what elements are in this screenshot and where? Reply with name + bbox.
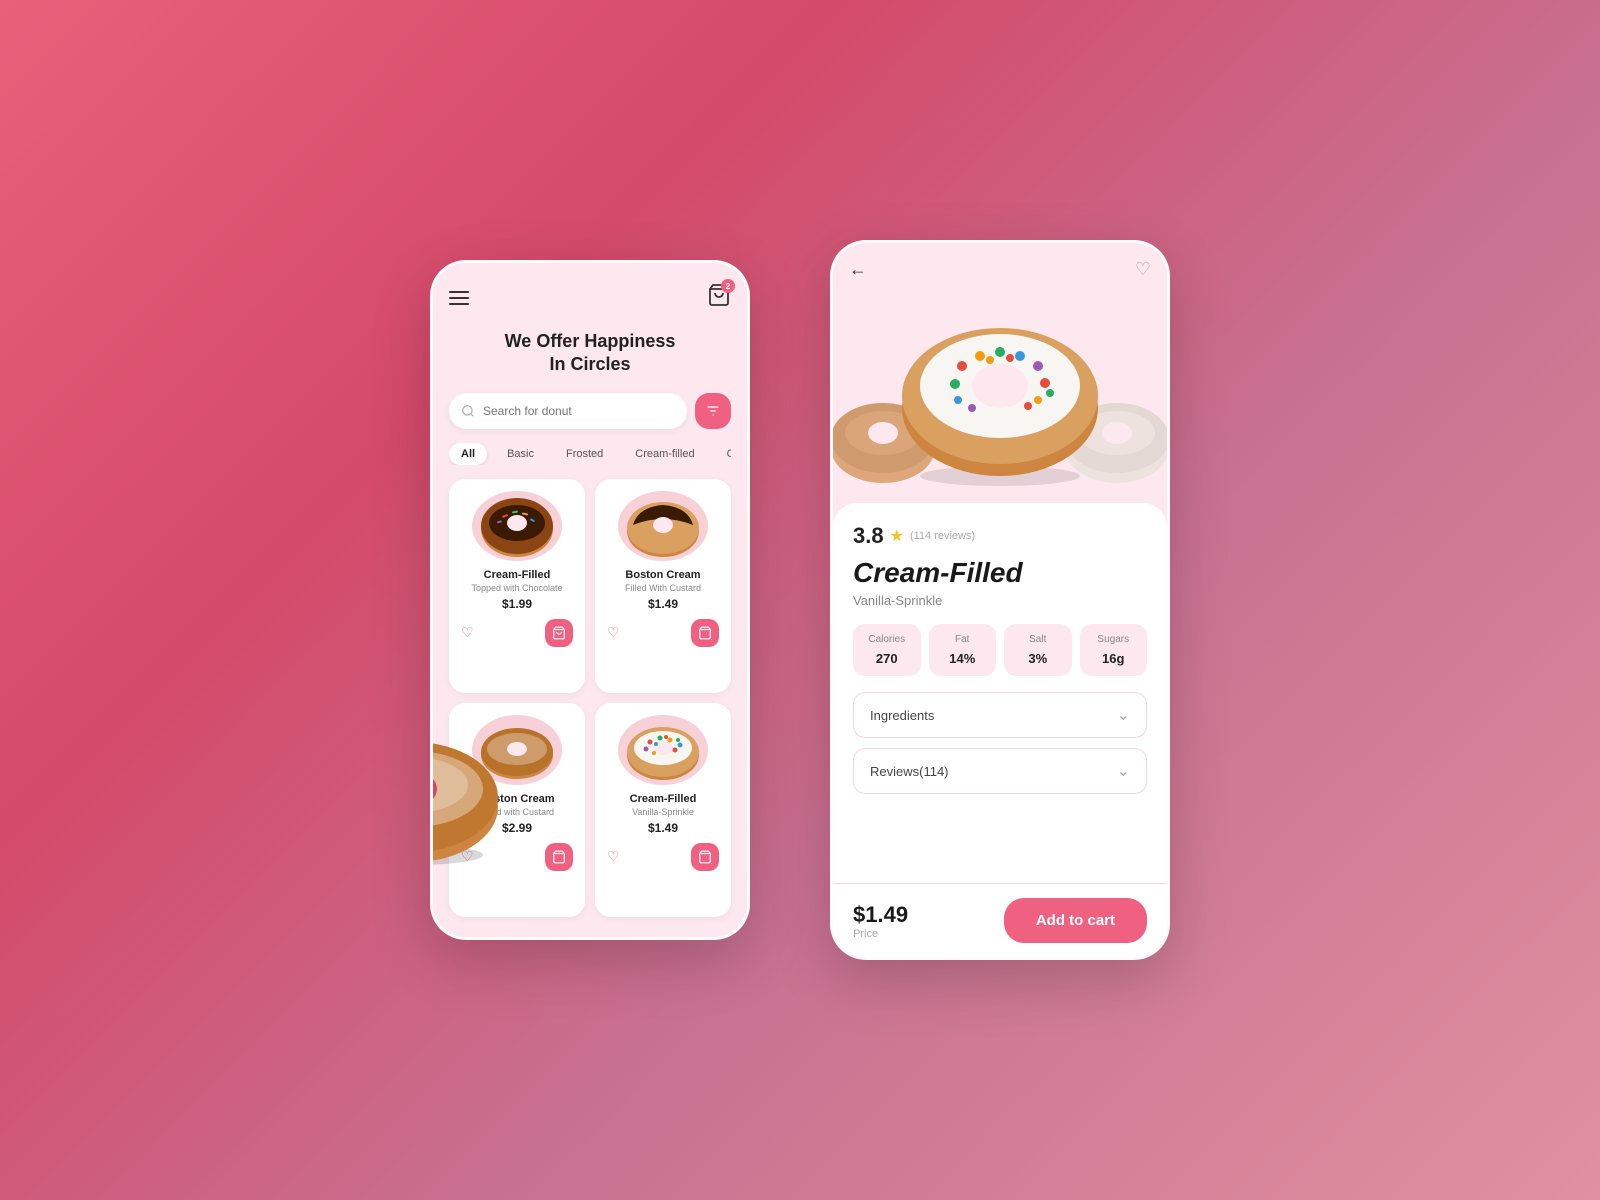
cart-button[interactable]: 2 [707,283,731,312]
product-image-1 [472,491,562,561]
tab-cream-filled[interactable]: Cream-filled [623,443,706,465]
left-phone: 2 We Offer HappinessIn Circles [430,260,750,940]
right-phone: ← ♡ [830,240,1170,960]
detail-image-area: ← ♡ [833,243,1167,503]
rating-number: 3.8 [853,523,884,549]
heart-button-2[interactable]: ♡ [607,624,620,641]
card-actions-4: ♡ [607,843,719,871]
product-image-4 [618,715,708,785]
nutrition-label-fat: Fat [937,634,989,645]
product-card-4[interactable]: Cream-Filled Vanilla-Sprinkle $1.49 ♡ [595,703,731,917]
cart-badge: 2 [721,279,735,293]
accordion-reviews[interactable]: Reviews(114) ⌄ [853,748,1147,794]
star-icon: ★ [890,526,904,546]
detail-bottom-bar: $1.49 Price Add to cart [833,883,1167,957]
add-to-cart-button[interactable]: Add to cart [1004,898,1147,943]
product-name-1: Cream-Filled [484,569,551,581]
nutrition-value-sugars: 16g [1088,651,1140,666]
tab-all[interactable]: All [449,443,487,465]
nutrition-calories: Calories 270 [853,624,921,676]
floating-donut [430,707,513,857]
headline: We Offer HappinessIn Circles [449,330,731,377]
product-image-2 [618,491,708,561]
nutrition-label-sugars: Sugars [1088,634,1140,645]
search-icon [461,404,475,418]
nutrition-label-salt: Salt [1012,634,1064,645]
nutrition-value-salt: 3% [1012,651,1064,666]
nutrition-sugars: Sugars 16g [1080,624,1148,676]
product-sub-1: Topped with Chocolate [471,583,562,593]
product-name-2: Boston Cream [625,569,700,581]
accordion-ingredients[interactable]: Ingredients ⌄ [853,692,1147,738]
category-tabs: All Basic Frosted Cream-filled Cruller [449,443,731,465]
menu-icon[interactable] [449,291,469,305]
price-label: Price [853,928,908,940]
product-price-4: $1.49 [648,821,678,835]
chevron-down-icon: ⌄ [1117,705,1130,725]
price-block: $1.49 Price [853,902,908,940]
search-input-wrap [449,393,687,429]
tab-frosted[interactable]: Frosted [554,443,615,465]
nutrition-value-calories: 270 [861,651,913,666]
rating-row: 3.8 ★ (114 reviews) [853,523,1147,549]
search-input[interactable] [483,404,675,418]
product-price-1: $1.99 [502,597,532,611]
detail-subtitle: Vanilla-Sprinkle [853,593,1147,608]
accordion-label-ingredients: Ingredients [870,708,934,723]
detail-info: 3.8 ★ (114 reviews) Cream-Filled Vanilla… [833,503,1167,883]
nutrition-grid: Calories 270 Fat 14% Salt 3% Sugars 16g [853,624,1147,676]
add-cart-button-4[interactable] [691,843,719,871]
nutrition-salt: Salt 3% [1004,624,1072,676]
product-sub-2: Filled With Custard [625,583,701,593]
filter-button[interactable] [695,393,731,429]
card-actions-1: ♡ [461,619,573,647]
accordion-label-reviews: Reviews(114) [870,764,949,779]
nutrition-fat: Fat 14% [929,624,997,676]
tab-cruller[interactable]: Cruller [715,443,731,465]
tab-basic[interactable]: Basic [495,443,546,465]
add-cart-button-3[interactable] [545,843,573,871]
product-price-2: $1.49 [648,597,678,611]
heart-button-4[interactable]: ♡ [607,848,620,865]
card-actions-2: ♡ [607,619,719,647]
product-card-2[interactable]: Boston Cream Filled With Custard $1.49 ♡ [595,479,731,693]
add-cart-button-1[interactable] [545,619,573,647]
screens-container: 2 We Offer HappinessIn Circles [430,240,1170,960]
rating-count: (114 reviews) [910,530,975,542]
price-amount: $1.49 [853,902,908,928]
add-cart-button-2[interactable] [691,619,719,647]
chevron-down-icon-2: ⌄ [1117,761,1130,781]
nutrition-label-calories: Calories [861,634,913,645]
product-sub-4: Vanilla-Sprinkle [632,807,694,817]
heart-button-1[interactable]: ♡ [461,624,474,641]
product-card-1[interactable]: Cream-Filled Topped with Chocolate $1.99… [449,479,585,693]
product-name-4: Cream-Filled [630,793,697,805]
top-bar: 2 [449,283,731,312]
detail-title: Cream-Filled [853,557,1147,589]
search-row [449,393,731,429]
nutrition-value-fat: 14% [937,651,989,666]
